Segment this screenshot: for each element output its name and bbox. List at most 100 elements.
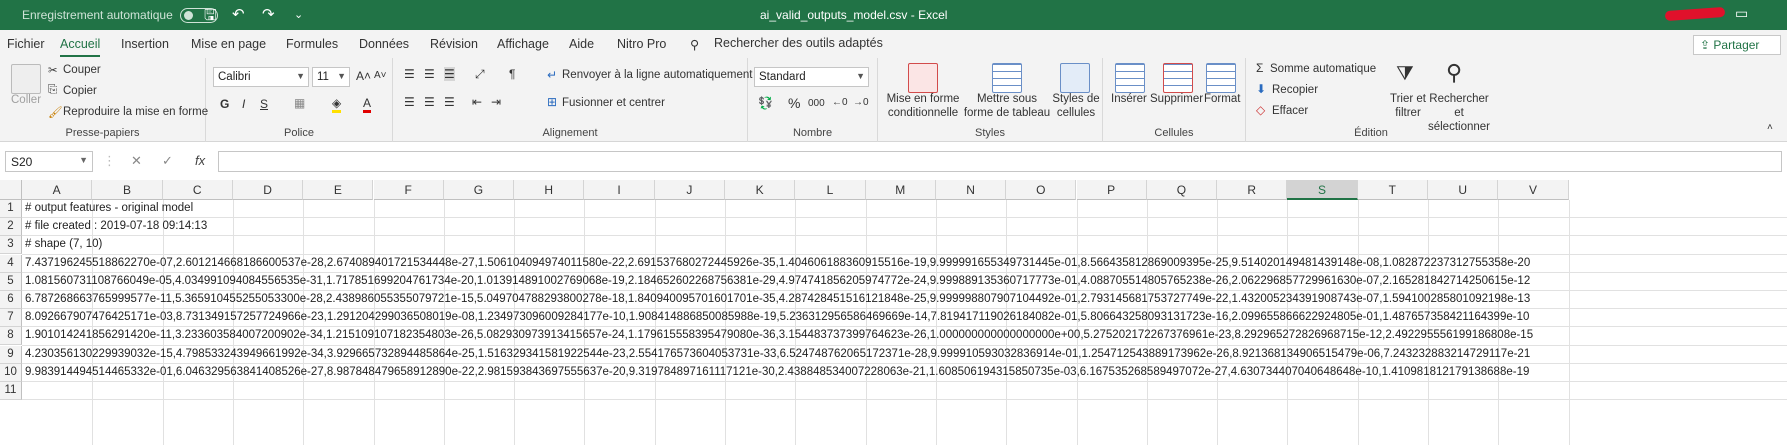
search-tools[interactable]: Rechercher des outils adaptés (714, 36, 883, 50)
column-header-i[interactable]: I (584, 180, 655, 200)
row-header[interactable]: 2 (0, 218, 22, 237)
cell-styles-icon[interactable] (1060, 63, 1090, 93)
paragraph-direction-icon[interactable]: ¶ (509, 67, 515, 81)
row-header[interactable]: 5 (0, 272, 22, 291)
insert-cells-button[interactable]: Insérer (1111, 93, 1147, 105)
paste-icon[interactable] (11, 64, 41, 94)
redo-icon[interactable]: ↷ (262, 5, 275, 23)
cell-a-content[interactable] (25, 382, 1780, 400)
shrink-font-icon[interactable]: A˅ (374, 70, 387, 81)
tab-revision[interactable]: Révision (430, 37, 478, 51)
select-all-corner[interactable] (0, 180, 22, 200)
row-header[interactable]: 10 (0, 363, 22, 382)
column-header-f[interactable]: F (373, 180, 444, 200)
tab-formules[interactable]: Formules (286, 37, 338, 51)
row-header[interactable]: 4 (0, 254, 22, 273)
column-header-r[interactable]: R (1217, 180, 1288, 200)
undo-icon[interactable]: ↶ (232, 5, 245, 23)
formula-input[interactable] (218, 151, 1782, 172)
align-left-icon[interactable]: ☰ (404, 95, 415, 109)
orientation-icon[interactable]: ⤢ (475, 67, 485, 82)
merge-center-button[interactable]: Fusionner et centrer (562, 97, 665, 109)
format-as-table-icon[interactable] (992, 63, 1022, 93)
autosum-button[interactable]: Somme automatique (1270, 63, 1376, 75)
tab-donnees[interactable]: Données (359, 37, 409, 51)
insert-function-button[interactable]: fx (195, 153, 205, 168)
column-header-o[interactable]: O (1006, 180, 1077, 200)
decrease-indent-icon[interactable]: ⇤ (472, 95, 482, 109)
row-header[interactable]: 11 (0, 382, 22, 400)
column-header-e[interactable]: E (303, 180, 374, 200)
font-name-select[interactable]: Calibri ▼ (213, 67, 309, 87)
format-as-table-button[interactable]: Mettre sous forme de tableau (963, 92, 1051, 120)
cell-styles-button[interactable]: Styles de cellules (1051, 92, 1101, 120)
save-icon[interactable]: 🖫 (204, 5, 217, 30)
clear-button[interactable]: Effacer (1272, 105, 1308, 117)
cell-a-content[interactable]: # file created : 2019-07-18 09:14:13 (25, 218, 1780, 236)
fill-button[interactable]: Recopier (1272, 84, 1318, 96)
column-header-q[interactable]: Q (1146, 180, 1218, 200)
cancel-icon[interactable]: ✕ (131, 153, 142, 169)
bold-button[interactable]: G (220, 97, 229, 111)
align-bottom-icon[interactable]: ☰ (444, 67, 455, 81)
format-cells-button[interactable]: Format (1204, 93, 1240, 105)
insert-cells-icon[interactable] (1115, 63, 1145, 93)
tab-insertion[interactable]: Insertion (121, 37, 169, 51)
cell-a-content[interactable]: # output features - original model (25, 200, 1780, 218)
copy-icon[interactable]: ⎘ (48, 84, 57, 97)
font-color-icon[interactable]: A (363, 96, 372, 113)
column-header-k[interactable]: K (725, 180, 796, 200)
tab-accueil[interactable]: Accueil (60, 37, 101, 57)
cell-a-content[interactable]: 7.437196245518862270e-07,2.6012146681866… (25, 255, 1780, 273)
italic-button[interactable]: I (242, 97, 245, 111)
paste-button[interactable]: Coller (11, 94, 41, 106)
cell-a-content[interactable]: 4.230356130229939032e-15,4.7985332439496… (25, 346, 1780, 364)
column-header-n[interactable]: N (935, 180, 1007, 200)
find-select-icon[interactable]: ⚲ (1446, 60, 1462, 86)
format-painter-icon[interactable]: 🖌 (48, 105, 63, 119)
grow-font-icon[interactable]: A˄ (356, 69, 371, 83)
cell-a-content[interactable]: 9.983914494514465332e-01,6.0463295638414… (25, 364, 1780, 382)
column-header-v[interactable]: V (1498, 180, 1569, 200)
row-header[interactable]: 1 (0, 200, 22, 218)
column-header-p[interactable]: P (1076, 180, 1147, 200)
format-painter-button[interactable]: Reproduire la mise en forme (63, 106, 208, 118)
align-top-icon[interactable]: ☰ (404, 67, 415, 81)
wrap-text-button[interactable]: Renvoyer à la ligne automatiquement (562, 69, 753, 81)
column-header-b[interactable]: B (92, 180, 163, 200)
conditional-format-button[interactable]: Mise en forme conditionnelle (886, 92, 960, 120)
font-size-select[interactable]: 11 ▼ (312, 67, 350, 87)
column-header-m[interactable]: M (865, 180, 936, 200)
share-button[interactable]: ⇪ Partager (1693, 35, 1781, 55)
tab-mise-en-page[interactable]: Mise en page (191, 37, 266, 51)
copy-button[interactable]: Copier (63, 85, 97, 97)
row-header[interactable]: 8 (0, 327, 22, 346)
fill-color-icon[interactable]: ◈ (332, 96, 342, 113)
align-middle-icon[interactable]: ☰ (424, 67, 435, 81)
column-header-g[interactable]: G (443, 180, 515, 200)
column-header-t[interactable]: T (1357, 180, 1428, 200)
autosum-icon[interactable]: Σ (1256, 61, 1263, 75)
collapse-ribbon-icon[interactable]: ˄ (1767, 122, 1773, 133)
conditional-format-icon[interactable] (908, 63, 938, 93)
delete-cells-icon[interactable] (1163, 63, 1193, 93)
enter-icon[interactable]: ✓ (162, 153, 173, 169)
clear-icon[interactable]: ◇ (1256, 103, 1265, 117)
column-header-d[interactable]: D (232, 180, 304, 200)
delete-cells-button[interactable]: Supprimer (1150, 93, 1203, 105)
cell-a-content[interactable]: 6.787268663765999577e-11,5.3659104552550… (25, 291, 1780, 309)
cell-a-content[interactable]: 1.081560731108766049e-05,4.0349910940845… (25, 273, 1780, 291)
tab-affichage[interactable]: Affichage (497, 37, 549, 51)
row-header[interactable]: 9 (0, 345, 22, 364)
cell-a-content[interactable]: 8.092667907476425171e-03,8.7313491572577… (25, 309, 1780, 327)
name-box[interactable]: S20 ▼ (5, 151, 93, 172)
customize-toolbar-icon[interactable]: ⌄ (294, 8, 303, 21)
column-header-u[interactable]: U (1428, 180, 1499, 200)
sort-filter-icon[interactable]: ⧩ (1396, 63, 1414, 86)
cut-button[interactable]: Couper (63, 64, 101, 76)
accounting-format-icon[interactable]: 💱 (758, 96, 773, 110)
row-header[interactable]: 6 (0, 291, 22, 309)
column-header-c[interactable]: C (162, 180, 233, 200)
cell-a-content[interactable]: 1.901014241856291420e-11,3.2336035840072… (25, 327, 1780, 345)
column-header-j[interactable]: J (654, 180, 725, 200)
